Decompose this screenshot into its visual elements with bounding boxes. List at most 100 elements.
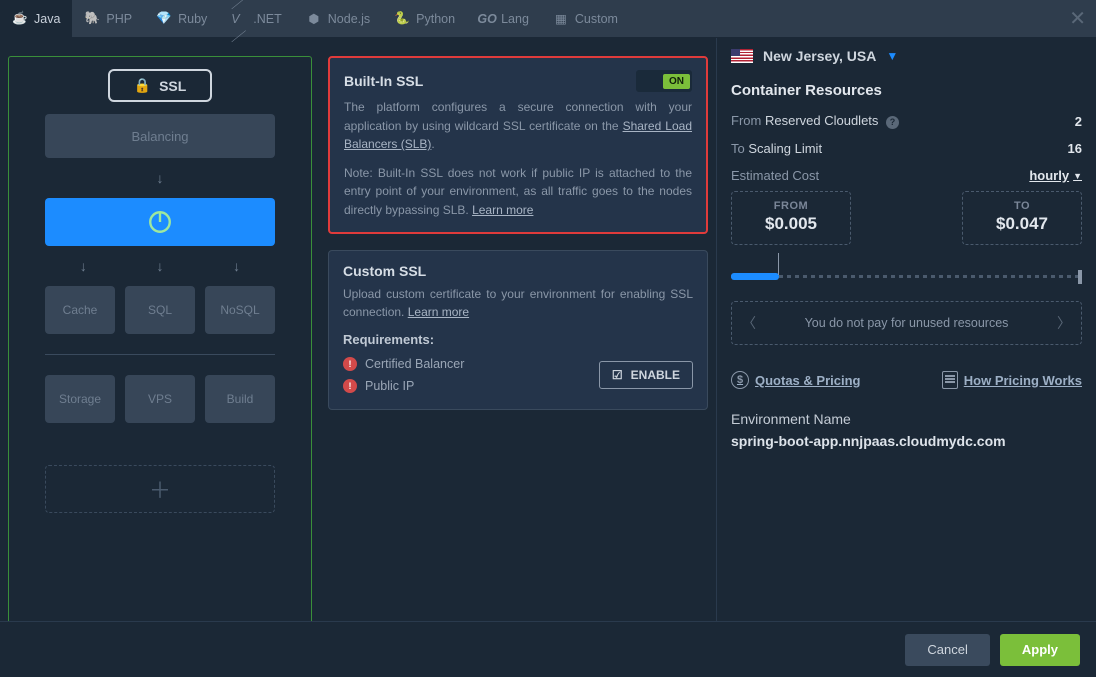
cache-node[interactable]: Cache — [45, 286, 115, 334]
slider-track — [731, 275, 1082, 278]
builtin-ssl-toggle[interactable]: ON — [636, 70, 692, 92]
build-node[interactable]: Build — [205, 375, 275, 423]
custom-ssl-body: Upload custom certificate to your enviro… — [343, 285, 693, 322]
reserved-cloudlets-label: Reserved Cloudlets — [765, 113, 878, 128]
from-cost-value: $0.005 — [732, 214, 850, 234]
topology-panel: 🔒 SSL Balancing ↓ ↓ ↓ ↓ Cache SQL — [8, 56, 312, 646]
tab-dotnet[interactable]: ／V／ .NET — [219, 0, 293, 37]
period-value: hourly — [1029, 168, 1069, 183]
divider — [45, 354, 275, 355]
java-icon: ☕ — [12, 11, 28, 27]
quotas-label: Quotas & Pricing — [755, 373, 860, 388]
enable-label: ENABLE — [631, 368, 680, 382]
to-cost-value: $0.047 — [963, 214, 1081, 234]
sql-node[interactable]: SQL — [125, 286, 195, 334]
vps-node[interactable]: VPS — [125, 375, 195, 423]
ruby-icon: 💎 — [156, 11, 172, 27]
tab-custom[interactable]: ▦ Custom — [541, 0, 630, 37]
tile-label: NoSQL — [220, 303, 259, 317]
arrow-down-icon: ↓ — [156, 258, 163, 274]
builtin-ssl-title: Built-In SSL — [344, 73, 423, 89]
tab-java[interactable]: ☕ Java — [0, 0, 72, 37]
tile-label: SQL — [148, 303, 172, 317]
balancing-label: Balancing — [131, 129, 188, 144]
container-resources-title: Container Resources — [731, 82, 1082, 99]
chevron-down-icon: ▼ — [886, 49, 898, 63]
enable-button[interactable]: ☑ ENABLE — [599, 361, 693, 389]
cost-slider[interactable] — [731, 267, 1082, 287]
custom-icon: ▦ — [553, 11, 569, 27]
quotas-pricing-link[interactable]: $ Quotas & Pricing — [731, 371, 860, 389]
cancel-button[interactable]: Cancel — [905, 634, 989, 666]
cancel-label: Cancel — [927, 642, 967, 657]
chevron-down-icon: ▼ — [1073, 171, 1082, 181]
language-tabs: ☕ Java 🐘 PHP 💎 Ruby ／V／ .NET ⬢ Node.js 🐍… — [0, 0, 1096, 38]
dollar-icon: $ — [731, 371, 749, 389]
tab-label: PHP — [106, 12, 132, 26]
resources-panel: New Jersey, USA ▼ Container Resources Fr… — [716, 38, 1096, 621]
scaling-limit-value: 16 — [1068, 141, 1082, 156]
builtin-ssl-body: The platform configures a secure connect… — [344, 98, 692, 220]
slider-tick — [778, 253, 779, 275]
plus-icon: ＋ — [149, 473, 171, 505]
from-label: From — [731, 113, 761, 128]
ssl-badge[interactable]: 🔒 SSL — [108, 69, 213, 102]
to-cost-label: TO — [963, 200, 1081, 212]
scaling-limit-row: To Scaling Limit 16 — [731, 141, 1082, 156]
add-node-button[interactable]: ＋ — [45, 465, 275, 513]
requirement-label: Public IP — [365, 379, 414, 393]
toggle-on-label: ON — [663, 74, 690, 89]
builtin-ssl-card: Built-In SSL ON The platform configures … — [328, 56, 708, 234]
chevron-left-icon[interactable]: 〈 — [742, 313, 756, 333]
region-name: New Jersey, USA — [763, 48, 876, 64]
tab-label: Java — [34, 12, 60, 26]
chevron-right-icon[interactable]: 〉 — [1057, 313, 1071, 333]
reserved-cloudlets-row: From Reserved Cloudlets ? 2 — [731, 113, 1082, 129]
apply-button[interactable]: Apply — [1000, 634, 1080, 666]
learn-more-link[interactable]: Learn more — [408, 305, 469, 319]
learn-more-link[interactable]: Learn more — [472, 203, 533, 217]
storage-node[interactable]: Storage — [45, 375, 115, 423]
footer-actions: Cancel Apply — [0, 621, 1096, 677]
power-icon — [147, 209, 173, 235]
document-icon — [942, 371, 958, 389]
warning-icon: ! — [343, 379, 357, 393]
help-icon[interactable]: ? — [886, 116, 899, 129]
go-icon: GO — [479, 11, 495, 27]
slider-fill — [731, 273, 779, 280]
tab-label: Ruby — [178, 12, 207, 26]
close-icon[interactable]: ✕ — [1069, 6, 1086, 31]
how-pricing-label: How Pricing Works — [964, 373, 1082, 388]
usa-flag-icon — [731, 49, 753, 63]
custom-desc: Upload custom certificate to your enviro… — [343, 287, 693, 320]
to-label: To — [731, 141, 745, 156]
region-selector[interactable]: New Jersey, USA ▼ — [731, 48, 1082, 64]
tile-label: Build — [227, 392, 254, 406]
how-pricing-works-link[interactable]: How Pricing Works — [942, 371, 1082, 389]
tab-python[interactable]: 🐍 Python — [382, 0, 467, 37]
to-cost-box: TO $0.047 — [962, 191, 1082, 245]
balancing-node[interactable]: Balancing — [45, 114, 275, 158]
environment-name-value: spring-boot-app.nnjpaas.cloudmydc.com — [731, 433, 1082, 449]
tab-go[interactable]: GO Lang — [467, 0, 541, 37]
python-icon: 🐍 — [394, 11, 410, 27]
tab-php[interactable]: 🐘 PHP — [72, 0, 144, 37]
custom-ssl-title: Custom SSL — [343, 263, 426, 279]
dotnet-icon: ／V／ — [231, 11, 247, 27]
reserved-cloudlets-value: 2 — [1075, 114, 1082, 129]
nodejs-icon: ⬢ — [306, 11, 322, 27]
estimated-cost-row: Estimated Cost hourly ▼ — [731, 168, 1082, 183]
period-selector[interactable]: hourly ▼ — [1029, 168, 1082, 183]
arrows-split: ↓ ↓ ↓ — [45, 258, 275, 274]
slider-end — [1078, 270, 1082, 284]
arrow-down-icon: ↓ — [157, 170, 164, 186]
ssl-badge-label: SSL — [159, 78, 186, 94]
tab-label: Node.js — [328, 12, 370, 26]
nosql-node[interactable]: NoSQL — [205, 286, 275, 334]
tab-label: Custom — [575, 12, 618, 26]
tab-nodejs[interactable]: ⬢ Node.js — [294, 0, 382, 37]
tab-ruby[interactable]: 💎 Ruby — [144, 0, 219, 37]
app-server-node[interactable] — [45, 198, 275, 246]
requirement-label: Certified Balancer — [365, 357, 464, 371]
arrow-down-icon: ↓ — [233, 258, 240, 274]
